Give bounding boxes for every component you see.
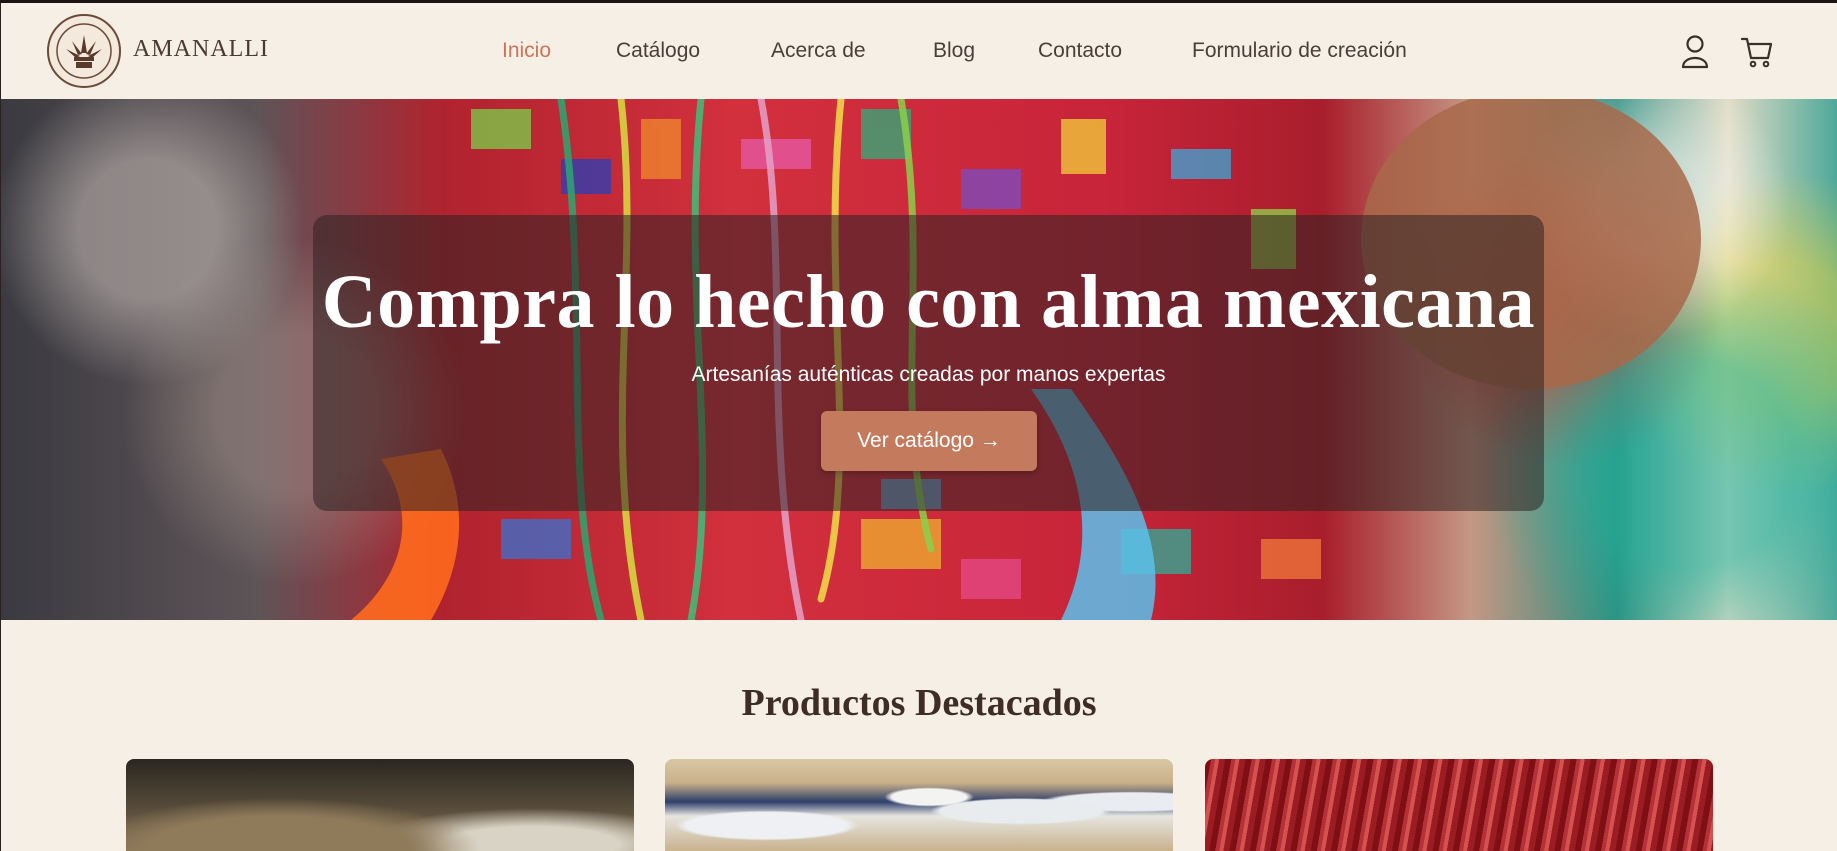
product-card-image[interactable] [1205, 759, 1713, 851]
hero-title: Compra lo hecho con alma mexicana [321, 260, 1536, 344]
hero-subtitle: Artesanías auténticas creadas por manos … [691, 363, 1166, 386]
user-icon[interactable] [1678, 33, 1712, 69]
hero-overlay: Compra lo hecho con alma mexicana Artesa… [313, 215, 1544, 511]
main-nav: Inicio Catálogo Acerca de Blog Contacto … [1, 39, 1837, 67]
featured-title: Productos Destacados [741, 682, 1097, 724]
product-card-image[interactable] [665, 759, 1173, 851]
product-card-image[interactable] [126, 759, 634, 851]
nav-inicio[interactable]: Inicio [502, 39, 551, 63]
view-catalog-button[interactable]: Ver catálogo → [821, 411, 1037, 471]
nav-formulario[interactable]: Formulario de creación [1192, 39, 1407, 63]
site-header: AMANALLI Inicio Catálogo Acerca de Blog … [1, 3, 1837, 99]
nav-acerca-de[interactable]: Acerca de [771, 39, 866, 63]
nav-contacto[interactable]: Contacto [1038, 39, 1122, 63]
nav-catalogo[interactable]: Catálogo [616, 39, 700, 63]
cart-icon[interactable] [1740, 33, 1774, 69]
hero-banner: Compra lo hecho con alma mexicana Artesa… [1, 99, 1837, 620]
page: AMANALLI Inicio Catálogo Acerca de Blog … [0, 3, 1837, 851]
nav-blog[interactable]: Blog [933, 39, 975, 63]
